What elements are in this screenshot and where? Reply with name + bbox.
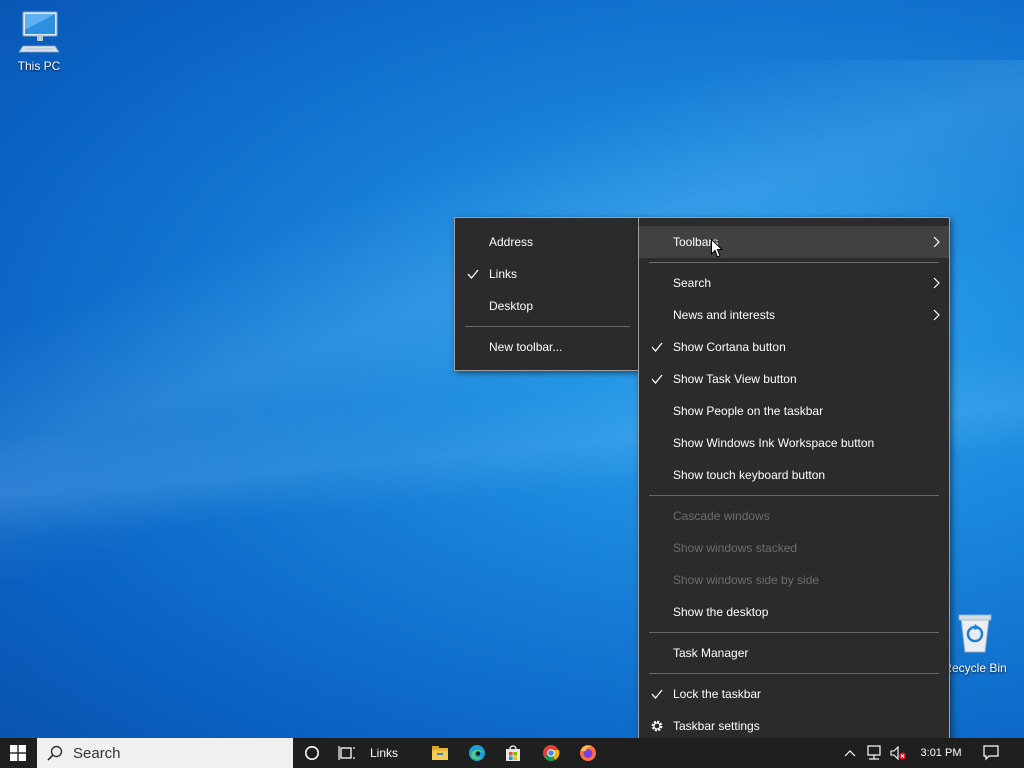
taskbar[interactable]: Search Links 3:01 PM [0, 738, 1024, 768]
menu-item-label: Show windows side by side [673, 573, 820, 587]
file-explorer-icon [432, 746, 448, 760]
menu-item-show-task-view-button[interactable]: Show Task View button [639, 363, 949, 395]
menu-item-label: Show Task View button [673, 372, 797, 386]
edge-icon [469, 745, 485, 761]
menu-item-label: Task Manager [673, 646, 749, 660]
volume-muted-icon [890, 745, 906, 761]
task-view-icon [338, 746, 355, 760]
desktop-icon-recycle-bin[interactable]: Recycle Bin [940, 612, 1010, 675]
chevron-right-icon [933, 309, 940, 321]
menu-item-show-ink-workspace[interactable]: Show Windows Ink Workspace button [639, 427, 949, 459]
menu-item-lock-the-taskbar[interactable]: Lock the taskbar [639, 678, 949, 710]
menu-separator [649, 673, 939, 674]
menu-item-label: Cascade windows [673, 509, 770, 523]
submenu-item-new-toolbar[interactable]: New toolbar... [455, 331, 640, 363]
menu-item-label: Taskbar settings [673, 719, 760, 733]
action-center-button[interactable] [976, 738, 1006, 768]
menu-item-windows-stacked: Show windows stacked [639, 532, 949, 564]
submenu-item-desktop[interactable]: Desktop [455, 290, 640, 322]
toolbars-submenu: Address Links Desktop New toolbar... [454, 217, 641, 371]
menu-item-label: Show Cortana button [673, 340, 786, 354]
menu-separator [649, 495, 939, 496]
desktop-icon-label: This PC [17, 59, 61, 73]
cortana-icon [305, 746, 319, 760]
taskbar-search-box[interactable]: Search [37, 738, 293, 768]
network-tray-button[interactable] [864, 738, 884, 768]
menu-item-label: Show People on the taskbar [673, 404, 824, 418]
start-button[interactable] [0, 738, 36, 768]
taskbar-app-edge[interactable] [460, 738, 494, 768]
menu-item-label: Links [489, 267, 518, 281]
menu-item-cascade-windows: Cascade windows [639, 500, 949, 532]
cortana-button[interactable] [296, 738, 328, 768]
menu-item-label: Show Windows Ink Workspace button [673, 436, 875, 450]
chevron-right-icon [933, 277, 940, 289]
search-placeholder: Search [73, 744, 121, 762]
menu-item-show-people[interactable]: Show People on the taskbar [639, 395, 949, 427]
menu-item-label: Show touch keyboard button [673, 468, 826, 482]
menu-item-label: Desktop [489, 299, 534, 313]
menu-item-toolbars[interactable]: Toolbars [639, 226, 949, 258]
links-toolbar[interactable]: Links [364, 738, 404, 768]
desktop-icon-this-pc[interactable]: This PC [4, 8, 74, 73]
menu-separator [465, 326, 630, 327]
chevron-up-icon [844, 750, 856, 757]
network-icon [867, 745, 881, 760]
checkmark-icon [651, 374, 663, 385]
taskbar-app-chrome[interactable] [534, 738, 568, 768]
chrome-icon [543, 745, 560, 761]
computer-icon [18, 11, 60, 53]
menu-item-news-and-interests[interactable]: News and interests [639, 299, 949, 331]
menu-separator [649, 632, 939, 633]
menu-item-label: New toolbar... [489, 340, 563, 354]
taskbar-clock[interactable]: 3:01 PM [912, 738, 970, 768]
menu-item-show-touch-keyboard[interactable]: Show touch keyboard button [639, 459, 949, 491]
menu-item-label: Address [489, 235, 534, 249]
checkmark-icon [651, 689, 663, 700]
taskbar-context-menu: Toolbars Search News and interests Show … [638, 217, 950, 751]
volume-tray-button[interactable] [888, 738, 908, 768]
menu-item-task-manager[interactable]: Task Manager [639, 637, 949, 669]
search-icon [47, 745, 63, 761]
desktop-icon-label: Recycle Bin [943, 661, 1007, 675]
submenu-item-links[interactable]: Links [455, 258, 640, 290]
taskbar-app-file-explorer[interactable] [423, 738, 457, 768]
taskbar-app-store[interactable] [496, 738, 530, 768]
menu-item-label: Show windows stacked [673, 541, 798, 555]
recycle-bin-icon [958, 614, 992, 653]
store-icon [506, 745, 520, 761]
windows-logo-icon [10, 745, 26, 761]
menu-separator [649, 262, 939, 263]
notification-icon [983, 745, 999, 761]
menu-item-label: Lock the taskbar [673, 687, 762, 701]
firefox-icon [580, 745, 596, 761]
menu-item-show-cortana-button[interactable]: Show Cortana button [639, 331, 949, 363]
mouse-cursor-icon [711, 239, 723, 258]
menu-item-windows-side-by-side: Show windows side by side [639, 564, 949, 596]
chevron-right-icon [933, 236, 940, 248]
menu-item-search[interactable]: Search [639, 267, 949, 299]
checkmark-icon [651, 342, 663, 353]
show-hidden-icons-button[interactable] [842, 738, 858, 768]
menu-item-label: Search [673, 276, 712, 290]
checkmark-icon [467, 269, 479, 280]
menu-item-label: Show the desktop [673, 605, 769, 619]
menu-item-label: News and interests [673, 308, 776, 322]
submenu-item-address[interactable]: Address [455, 226, 640, 258]
menu-item-show-the-desktop[interactable]: Show the desktop [639, 596, 949, 628]
taskbar-app-firefox[interactable] [571, 738, 605, 768]
task-view-button[interactable] [332, 738, 362, 768]
